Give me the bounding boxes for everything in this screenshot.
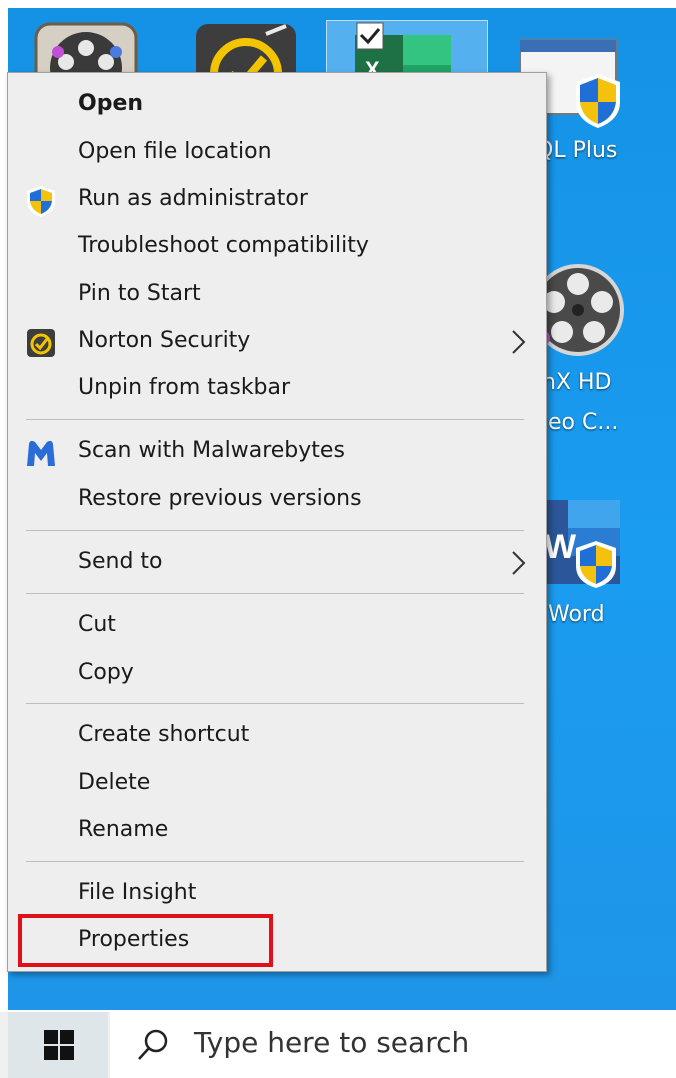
- menu-item-label: Norton Security: [78, 328, 251, 353]
- malwarebytes-icon: [24, 436, 58, 470]
- menu-item-label: Rename: [78, 817, 169, 842]
- menu-item-send-to[interactable]: Send to: [8, 541, 546, 585]
- menu-item-create-shortcut[interactable]: Create shortcut: [8, 714, 546, 758]
- context-menu: Open Open file location Run as administr…: [7, 72, 547, 972]
- menu-separator: [26, 703, 524, 704]
- desktop-icon-label: Word: [548, 602, 605, 627]
- desktop-icon-label: nX HD: [542, 370, 612, 395]
- search-placeholder: Type here to search: [194, 1026, 470, 1059]
- menu-item-restore-previous-versions[interactable]: Restore previous versions: [8, 478, 546, 522]
- menu-item-rename[interactable]: Rename: [8, 809, 546, 853]
- desktop-icon-label: QL Plus: [536, 138, 618, 163]
- svg-text:W: W: [544, 528, 577, 566]
- menu-item-label: Open file location: [78, 139, 272, 164]
- menu-item-unpin-from-taskbar[interactable]: Unpin from taskbar: [8, 367, 546, 411]
- menu-item-label: Troubleshoot compatibility: [78, 233, 369, 258]
- taskbar: Type here to search: [0, 1012, 676, 1078]
- menu-item-label: Create shortcut: [78, 722, 250, 747]
- menu-item-label: Send to: [78, 549, 163, 574]
- menu-item-label: Pin to Start: [78, 281, 201, 306]
- menu-item-cut[interactable]: Cut: [8, 604, 546, 648]
- menu-item-file-insight[interactable]: File Insight: [8, 872, 546, 916]
- menu-item-label: Open: [78, 91, 144, 116]
- menu-item-open[interactable]: Open: [8, 83, 546, 127]
- menu-item-scan-with-malwarebytes[interactable]: Scan with Malwarebytes: [8, 430, 546, 474]
- uac-shield-icon: [24, 184, 58, 218]
- menu-separator: [26, 593, 524, 594]
- menu-item-label: Unpin from taskbar: [78, 375, 291, 400]
- menu-item-norton-security[interactable]: Norton Security: [8, 320, 546, 364]
- chevron-right-icon: [508, 328, 528, 356]
- desktop-icon-label: eo C...: [548, 410, 619, 435]
- menu-item-label: File Insight: [78, 880, 197, 905]
- menu-item-label: Run as administrator: [78, 186, 308, 211]
- menu-item-label: Scan with Malwarebytes: [78, 438, 345, 463]
- menu-item-delete[interactable]: Delete: [8, 762, 546, 806]
- menu-item-label: Copy: [78, 660, 134, 685]
- menu-separator: [26, 861, 524, 862]
- taskbar-search-box[interactable]: Type here to search: [110, 1012, 676, 1078]
- properties-highlight-box: [18, 914, 273, 967]
- menu-separator: [26, 530, 524, 531]
- menu-item-label: Delete: [78, 770, 151, 795]
- menu-item-open-file-location[interactable]: Open file location: [8, 131, 546, 175]
- menu-item-label: Restore previous versions: [78, 486, 362, 511]
- menu-item-copy[interactable]: Copy: [8, 652, 546, 696]
- windows-logo-icon: [44, 1030, 74, 1060]
- menu-separator: [26, 419, 524, 420]
- search-icon: [136, 1028, 170, 1062]
- menu-item-troubleshoot-compatibility[interactable]: Troubleshoot compatibility: [8, 225, 546, 269]
- norton-icon: [24, 326, 58, 360]
- menu-item-label: Cut: [78, 612, 116, 637]
- chevron-right-icon: [508, 549, 528, 577]
- menu-item-pin-to-start[interactable]: Pin to Start: [8, 273, 546, 317]
- start-button[interactable]: [8, 1012, 108, 1078]
- menu-item-run-as-administrator[interactable]: Run as administrator: [8, 178, 546, 222]
